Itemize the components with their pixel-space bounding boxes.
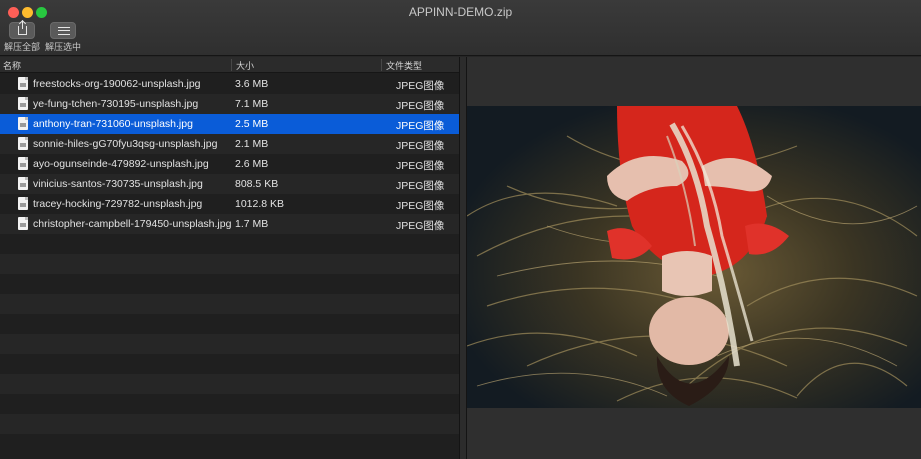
title-bar: APPINN-DEMO.zip 解压全部 解压选中 [0,0,921,56]
empty-row [0,354,459,374]
file-type: JPEG图像 [396,80,445,92]
empty-row [0,394,459,414]
column-separator[interactable] [231,59,232,71]
file-row-selected[interactable]: anthony-tran-731060-unsplash.jpg 2.5 MB … [0,114,459,134]
empty-row [0,254,459,274]
file-size: 7.1 MB [235,98,269,110]
file-name: sonnie-hiles-gG70fyu3qsg-unsplash.jpg [33,138,218,150]
file-name: freestocks-org-190062-unsplash.jpg [33,78,201,90]
file-size: 1.7 MB [235,218,269,230]
jpeg-file-icon [18,197,28,210]
file-name: tracey-hocking-729782-unsplash.jpg [33,198,203,210]
extract-all-icon-button[interactable] [9,21,35,39]
extract-all-button[interactable]: 解压全部 [2,21,42,53]
file-row[interactable]: tracey-hocking-729782-unsplash.jpg 1012.… [0,194,459,214]
empty-row [0,234,459,254]
file-type: JPEG图像 [396,220,445,232]
empty-row [0,374,459,394]
jpeg-file-icon [18,157,28,170]
file-row[interactable]: christopher-campbell-179450-unsplash.jpg… [0,214,459,234]
file-size: 1012.8 KB [235,198,285,210]
file-list-pane: 名称 大小 文件类型 freestocks-org-190062-unsplas… [0,57,459,459]
column-header: 名称 大小 文件类型 [0,57,459,73]
file-name: ye-fung-tchen-730195-unsplash.jpg [33,98,199,110]
empty-row [0,334,459,354]
preview-image [467,106,921,408]
file-name: anthony-tran-731060-unsplash.jpg [33,118,193,130]
archive-window: APPINN-DEMO.zip 解压全部 解压选中 名称 大小 文件类型 fre… [0,0,921,459]
empty-row [0,414,459,434]
empty-row [0,314,459,334]
column-header-type[interactable]: 文件类型 [386,59,422,72]
image-preview-pane [467,57,921,459]
file-row[interactable]: ye-fung-tchen-730195-unsplash.jpg 7.1 MB… [0,94,459,114]
window-title: APPINN-DEMO.zip [408,5,513,19]
extract-selected-label: 解压选中 [44,42,81,52]
jpeg-file-icon [18,77,28,90]
file-type: JPEG图像 [396,120,445,132]
share-icon [18,21,27,35]
file-type: JPEG图像 [396,160,445,172]
jpeg-file-icon [18,137,28,150]
empty-row [0,294,459,314]
file-name: vinicius-santos-730735-unsplash.jpg [33,178,203,190]
file-row[interactable]: sonnie-hiles-gG70fyu3qsg-unsplash.jpg 2.… [0,134,459,154]
split-view-divider[interactable] [459,57,467,459]
file-name: christopher-campbell-179450-unsplash.jpg [33,218,231,230]
jpeg-file-icon [18,217,28,230]
file-type: JPEG图像 [396,100,445,112]
file-name: ayo-ogunseinde-479892-unsplash.jpg [33,158,209,170]
jpeg-file-icon [18,117,28,130]
file-size: 3.6 MB [235,78,269,90]
file-row[interactable]: ayo-ogunseinde-479892-unsplash.jpg 2.6 M… [0,154,459,174]
column-header-name[interactable]: 名称 [3,59,21,72]
file-row[interactable]: freestocks-org-190062-unsplash.jpg 3.6 M… [0,74,459,94]
empty-row [0,274,459,294]
list-icon [58,27,70,35]
extract-selected-button[interactable]: 解压选中 [43,22,83,53]
file-size: 808.5 KB [235,178,279,190]
file-size: 2.1 MB [235,138,269,150]
file-type: JPEG图像 [396,180,445,192]
file-type: JPEG图像 [396,200,445,212]
file-size: 2.6 MB [235,158,269,170]
file-type: JPEG图像 [396,140,445,152]
file-rows: freestocks-org-190062-unsplash.jpg 3.6 M… [0,74,459,454]
file-size: 2.5 MB [235,118,269,130]
jpeg-file-icon [18,177,28,190]
preview-photo-illustration [467,106,921,408]
extract-selected-icon-button[interactable] [50,22,76,39]
column-header-size[interactable]: 大小 [236,59,254,72]
jpeg-file-icon [18,97,28,110]
column-separator[interactable] [381,59,382,71]
file-row[interactable]: vinicius-santos-730735-unsplash.jpg 808.… [0,174,459,194]
extract-all-label: 解压全部 [3,42,40,52]
empty-row [0,434,459,454]
